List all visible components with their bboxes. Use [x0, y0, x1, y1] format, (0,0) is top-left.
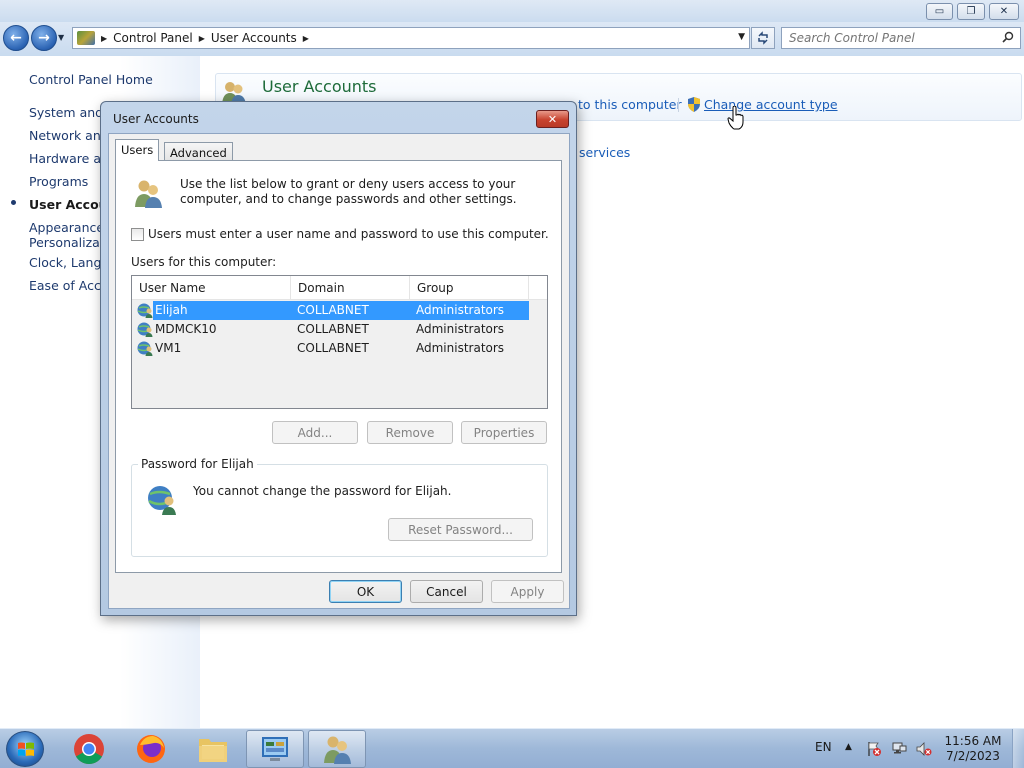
taskbar: EN ▲ 11:56 AM 7/2/2023 [0, 728, 1024, 768]
cell-user-name: VM1 [155, 341, 182, 355]
title-bar: ▭ ❐ ✕ [0, 0, 1024, 22]
list-header: User Name Domain Group [132, 276, 547, 300]
add-user-button[interactable]: Add... [272, 421, 358, 444]
language-indicator[interactable]: EN [815, 740, 832, 754]
sidebar-item-personalization[interactable]: Personalizati [29, 235, 108, 250]
domain-user-icon [137, 341, 153, 356]
control-panel-icon [262, 737, 288, 761]
breadcrumb-arrow-icon[interactable]: ▶ [303, 34, 309, 43]
require-login-checkbox-row[interactable]: Users must enter a user name and passwor… [131, 227, 549, 241]
show-desktop-button[interactable] [1012, 729, 1024, 768]
folder-icon [199, 739, 227, 762]
user-accounts-dialog: User Accounts ✕ Users Advanced Use the l… [100, 101, 577, 616]
search-input[interactable] [782, 28, 992, 48]
cell-user-name: Elijah [155, 303, 188, 317]
refresh-button[interactable] [751, 27, 775, 49]
sidebar-item-programs[interactable]: Programs [29, 174, 88, 189]
start-button[interactable] [6, 731, 44, 767]
remove-user-button[interactable]: Remove [367, 421, 453, 444]
apply-button[interactable]: Apply [491, 580, 564, 603]
task-link-services[interactable]: services [579, 145, 630, 160]
dialog-title: User Accounts [113, 112, 199, 126]
firefox-icon [137, 735, 165, 763]
reset-password-button[interactable]: Reset Password... [388, 518, 533, 541]
recent-pages-dropdown-icon[interactable]: ▼ [58, 33, 68, 43]
breadcrumb-arrow-icon[interactable]: ▶ [199, 34, 205, 43]
dialog-body: Users Advanced Use the list below to gra… [108, 133, 570, 609]
control-panel-home-link[interactable]: Control Panel Home [29, 72, 153, 87]
navigation-bar: ← → ▼ ▶ Control Panel ▶ User Accounts ▶ … [0, 22, 1024, 56]
close-window-button[interactable]: ✕ [989, 3, 1019, 20]
system-clock[interactable]: 11:56 AM 7/2/2023 [940, 734, 1006, 764]
cell-group: Administrators [416, 341, 505, 355]
task-separator [678, 98, 679, 112]
clock-date: 7/2/2023 [946, 749, 1000, 763]
page-title: User Accounts [262, 77, 377, 96]
ok-button[interactable]: OK [329, 580, 402, 603]
chrome-icon [74, 734, 104, 765]
taskbar-firefox[interactable] [122, 730, 180, 768]
column-header-user-name[interactable]: User Name [132, 276, 291, 300]
hand-cursor-icon [727, 106, 744, 130]
forward-button[interactable]: → [31, 25, 57, 51]
sidebar-item-network[interactable]: Network and [29, 128, 109, 143]
table-row[interactable]: VM1 COLLABNET Administrators [132, 339, 529, 358]
domain-user-icon [137, 303, 153, 318]
taskbar-chrome[interactable] [60, 730, 118, 768]
selected-bullet-icon [11, 200, 16, 205]
properties-button[interactable]: Properties [461, 421, 547, 444]
password-group: Password for Elijah You cannot change th… [131, 457, 548, 557]
breadcrumb-user-accounts[interactable]: User Accounts [211, 31, 297, 45]
cell-domain: COLLABNET [297, 341, 369, 355]
dialog-close-button[interactable]: ✕ [536, 110, 569, 128]
volume-muted-icon[interactable] [916, 741, 932, 757]
table-row[interactable]: MDMCK10 COLLABNET Administrators [132, 320, 529, 339]
column-header-group[interactable]: Group [410, 276, 529, 300]
users-list[interactable]: User Name Domain Group Elijah COLLABNET … [131, 275, 548, 409]
users-icon [135, 180, 162, 208]
control-panel-icon [77, 31, 95, 45]
cell-group: Administrators [416, 303, 505, 317]
require-login-label[interactable]: Users must enter a user name and passwor… [148, 227, 549, 241]
address-bar[interactable]: ▶ Control Panel ▶ User Accounts ▶ ▼ [72, 27, 750, 49]
users-tab-page: Use the list below to grant or deny user… [115, 160, 562, 573]
restore-button[interactable]: ❐ [957, 3, 985, 20]
user-accounts-icon [324, 736, 351, 764]
cancel-button[interactable]: Cancel [410, 580, 483, 603]
users-list-label: Users for this computer: [131, 255, 277, 269]
uac-shield-icon [688, 97, 700, 112]
search-icon[interactable] [1002, 31, 1014, 43]
back-button[interactable]: ← [3, 25, 29, 51]
column-header-domain[interactable]: Domain [291, 276, 410, 300]
change-account-type-link[interactable]: Change account type [704, 97, 838, 112]
table-row[interactable]: Elijah COLLABNET Administrators [132, 301, 529, 320]
refresh-icon [758, 31, 768, 45]
task-link-this-computer[interactable]: to this computer [578, 97, 682, 112]
address-dropdown-icon[interactable]: ▼ [738, 32, 745, 42]
intro-text: Use the list below to grant or deny user… [180, 177, 517, 206]
require-login-checkbox[interactable] [131, 227, 144, 241]
domain-user-icon [148, 486, 176, 515]
breadcrumb-control-panel[interactable]: Control Panel [113, 31, 193, 45]
cell-group: Administrators [416, 322, 505, 336]
taskbar-file-explorer[interactable] [184, 730, 242, 768]
network-icon[interactable] [891, 741, 907, 757]
cell-user-name: MDMCK10 [155, 322, 217, 336]
taskbar-user-accounts[interactable] [308, 730, 366, 768]
show-hidden-icons-icon[interactable]: ▲ [845, 742, 852, 752]
breadcrumb-arrow-icon[interactable]: ▶ [101, 34, 107, 43]
domain-user-icon [137, 322, 153, 337]
windows-logo-icon [18, 742, 34, 756]
cell-domain: COLLABNET [297, 322, 369, 336]
action-center-flag-icon[interactable] [866, 741, 882, 757]
password-group-label: Password for Elijah [138, 457, 257, 471]
clock-time: 11:56 AM [944, 734, 1002, 748]
taskbar-control-panel[interactable] [246, 730, 304, 768]
tab-advanced[interactable]: Advanced [164, 142, 233, 162]
minimize-button[interactable]: ▭ [926, 3, 953, 20]
tab-users[interactable]: Users [115, 139, 160, 161]
cell-domain: COLLABNET [297, 303, 369, 317]
password-message: You cannot change the password for Elija… [193, 484, 452, 498]
search-box[interactable] [781, 27, 1021, 49]
